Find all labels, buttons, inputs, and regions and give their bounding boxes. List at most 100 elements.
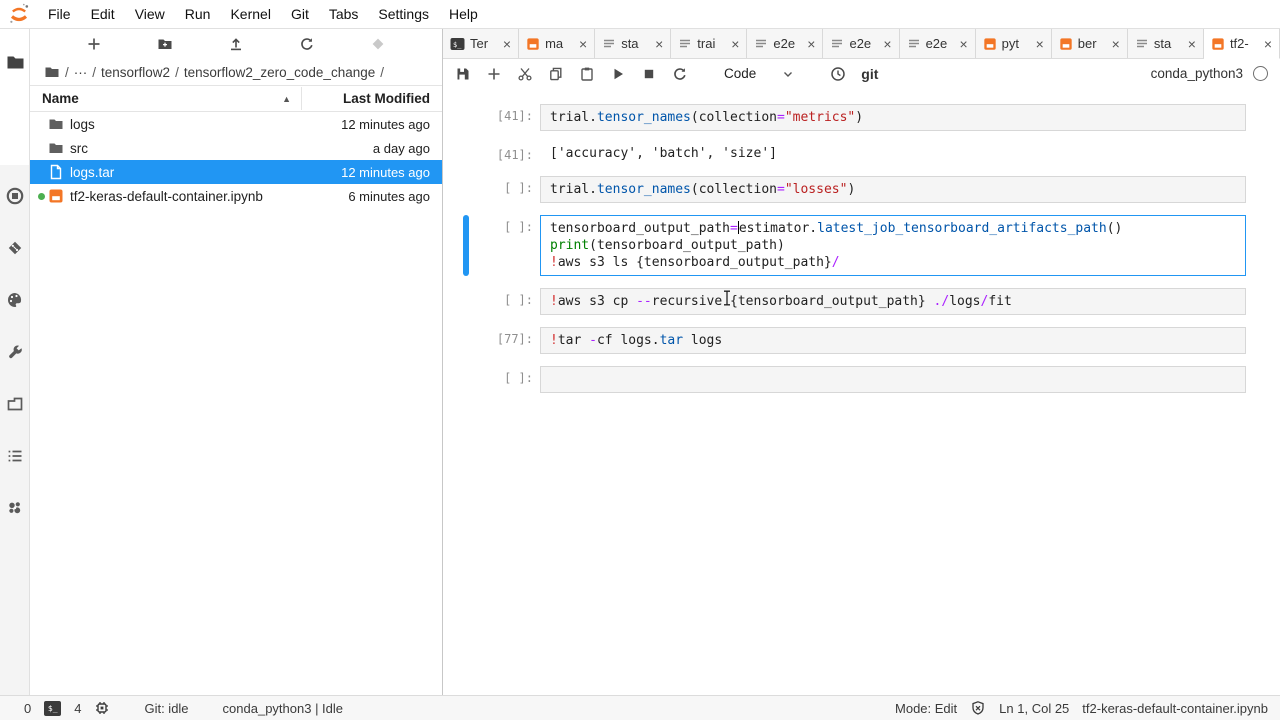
copy-icon[interactable]	[548, 66, 564, 82]
restart-kernel-icon[interactable]	[672, 66, 688, 82]
tab-trai[interactable]: trai ×	[671, 29, 747, 58]
tab-pyt[interactable]: pyt ×	[976, 29, 1052, 58]
cell-collapser[interactable]	[463, 176, 469, 203]
menu-settings[interactable]: Settings	[368, 6, 439, 22]
notebook-icon	[1059, 37, 1073, 51]
running-sessions-icon[interactable]	[6, 187, 24, 205]
refresh-icon[interactable]	[299, 36, 315, 52]
menu-run[interactable]: Run	[175, 6, 221, 22]
add-cell-icon[interactable]	[486, 66, 502, 82]
breadcrumb-tensorflow2[interactable]: tensorflow2	[101, 65, 170, 80]
open-tabs-icon[interactable]	[6, 395, 24, 413]
notebook-icon	[983, 37, 997, 51]
property-inspector-icon[interactable]	[6, 343, 24, 361]
close-icon[interactable]: ×	[1188, 37, 1196, 51]
close-icon[interactable]: ×	[579, 37, 587, 51]
command-palette-icon[interactable]	[6, 291, 24, 309]
tab-e2e-3[interactable]: e2e ×	[900, 29, 976, 58]
kernel-count[interactable]: 4	[74, 701, 81, 716]
cell-editor[interactable]: !aws s3 cp --recursive {tensorboard_outp…	[540, 288, 1246, 315]
cell-collapser[interactable]	[463, 288, 469, 315]
file-row-logs[interactable]: logs 12 minutes ago	[30, 112, 442, 136]
cell-collapser[interactable]	[463, 327, 469, 354]
run-icon[interactable]	[610, 66, 626, 82]
file-icon	[754, 37, 768, 51]
menu-kernel[interactable]: Kernel	[220, 6, 280, 22]
tab-tf2-active[interactable]: tf2- ×	[1204, 29, 1280, 59]
cell-editor[interactable]	[540, 366, 1246, 393]
menu-tabs[interactable]: Tabs	[319, 6, 369, 22]
new-launcher-icon[interactable]	[86, 36, 102, 52]
cut-icon[interactable]	[517, 66, 533, 82]
tab-e2e-2[interactable]: e2e ×	[823, 29, 899, 58]
cell-editor[interactable]: trial.tensor_names(collection="metrics")	[540, 104, 1246, 131]
home-folder-icon[interactable]	[44, 64, 60, 80]
save-icon[interactable]	[455, 66, 471, 82]
jupyterlab-window: File Edit View Run Kernel Git Tabs Setti…	[0, 0, 1280, 720]
upload-icon[interactable]	[228, 36, 244, 52]
file-list-header: Name ▲ Last Modified	[30, 85, 442, 112]
menu-git[interactable]: Git	[281, 6, 319, 22]
close-icon[interactable]: ×	[959, 37, 967, 51]
cell-collapser[interactable]	[463, 366, 469, 393]
cell-editor[interactable]: !tar -cf logs.tar logs	[540, 327, 1246, 354]
mode-indicator[interactable]: Mode: Edit	[895, 701, 957, 716]
close-icon[interactable]: ×	[883, 37, 891, 51]
close-icon[interactable]: ×	[503, 37, 511, 51]
tab-terminal[interactable]: $_ Ter ×	[443, 29, 519, 58]
kernel-status[interactable]: conda_python3 | Idle	[223, 701, 343, 716]
kernel-name[interactable]: conda_python3	[1151, 66, 1243, 81]
tab-sta-2[interactable]: sta ×	[1128, 29, 1204, 58]
file-modified: a day ago	[302, 141, 442, 156]
cell-editor[interactable]: trial.tensor_names(collection="losses")	[540, 176, 1246, 203]
modified-column-header[interactable]: Last Modified	[301, 87, 442, 110]
tab-e2e-1[interactable]: e2e ×	[747, 29, 823, 58]
tab-ma[interactable]: ma ×	[519, 29, 595, 58]
tab-label: e2e	[849, 36, 878, 51]
git-status[interactable]: Git: idle	[144, 701, 188, 716]
file-browser-icon[interactable]	[6, 53, 24, 71]
clock-icon[interactable]	[830, 66, 846, 82]
file-row-src[interactable]: src a day ago	[30, 136, 442, 160]
cursor-position[interactable]: Ln 1, Col 25	[999, 701, 1069, 716]
stop-icon[interactable]	[641, 66, 657, 82]
breadcrumb-ellipsis[interactable]: ···	[74, 65, 88, 80]
menu-file[interactable]: File	[38, 6, 81, 22]
cell-editor[interactable]: tensorboard_output_path=estimator.latest…	[540, 215, 1246, 276]
tab-sta-1[interactable]: sta ×	[595, 29, 671, 58]
breadcrumb-current-folder[interactable]: tensorflow2_zero_code_change	[184, 65, 375, 80]
cell-collapser[interactable]	[463, 104, 469, 131]
table-of-contents-icon[interactable]	[6, 447, 24, 465]
cell-collapser[interactable]	[463, 143, 469, 164]
menu-edit[interactable]: Edit	[81, 6, 125, 22]
paste-icon[interactable]	[579, 66, 595, 82]
cell-type-select[interactable]: Code	[724, 66, 794, 81]
close-icon[interactable]: ×	[1112, 37, 1120, 51]
tab-label: Ter	[470, 36, 498, 51]
name-column-header[interactable]: Name ▲	[42, 91, 301, 106]
extension-manager-icon[interactable]	[6, 499, 24, 517]
trust-shield-icon[interactable]	[970, 700, 986, 716]
kernel-status-icon[interactable]	[1253, 66, 1268, 81]
menu-view[interactable]: View	[125, 6, 175, 22]
tab-label: e2e	[926, 36, 955, 51]
tab-label: ma	[545, 36, 574, 51]
tab-label: trai	[697, 36, 726, 51]
close-icon[interactable]: ×	[655, 37, 663, 51]
close-icon[interactable]: ×	[1264, 37, 1272, 51]
close-icon[interactable]: ×	[1036, 37, 1044, 51]
cell-collapser[interactable]	[463, 215, 469, 276]
file-row-notebook[interactable]: tf2-keras-default-container.ipynb 6 minu…	[30, 184, 442, 208]
main-dock-panel: $_ Ter × ma × sta ×	[443, 29, 1280, 696]
tab-ber[interactable]: ber ×	[1052, 29, 1128, 58]
new-folder-icon[interactable]	[157, 36, 173, 52]
git-actions-icon[interactable]	[370, 36, 386, 52]
file-row-logs-tar[interactable]: logs.tar 12 minutes ago	[30, 160, 442, 184]
terminal-count[interactable]: 0	[24, 701, 31, 716]
cell-type-value: Code	[724, 66, 756, 81]
menu-help[interactable]: Help	[439, 6, 488, 22]
close-icon[interactable]: ×	[731, 37, 739, 51]
git-toolbar-button[interactable]: git	[861, 66, 878, 82]
git-icon[interactable]	[6, 239, 24, 257]
close-icon[interactable]: ×	[807, 37, 815, 51]
